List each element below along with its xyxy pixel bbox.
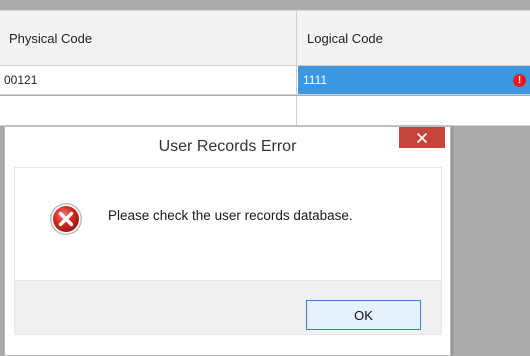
- dialog-footer: OK: [14, 281, 442, 335]
- table-row[interactable]: 00121 1111 !: [0, 66, 530, 95]
- physical-code-cell[interactable]: 00121: [0, 66, 297, 94]
- validation-error-icon[interactable]: !: [513, 74, 526, 87]
- logical-code-value: 1111: [303, 73, 328, 87]
- table-row[interactable]: [0, 96, 530, 126]
- logical-code-cell[interactable]: [298, 96, 530, 125]
- dialog-titlebar[interactable]: User Records Error: [5, 127, 450, 166]
- logical-code-cell[interactable]: 1111 !: [298, 66, 530, 94]
- error-message: Please check the user records database.: [108, 208, 353, 223]
- dialog-title: User Records Error: [158, 137, 297, 155]
- close-button[interactable]: [399, 127, 445, 148]
- close-icon: [417, 132, 427, 143]
- grid-header: Physical Code Logical Code: [0, 10, 530, 66]
- ok-button[interactable]: OK: [306, 300, 421, 330]
- error-dialog: User Records Error Please check the user…: [4, 126, 451, 356]
- error-icon: [50, 203, 82, 235]
- dialog-content: Please check the user records database.: [14, 167, 442, 281]
- column-header-logical-code[interactable]: Logical Code: [298, 11, 530, 66]
- column-header-physical-code[interactable]: Physical Code: [0, 11, 297, 66]
- physical-code-cell[interactable]: [0, 96, 297, 125]
